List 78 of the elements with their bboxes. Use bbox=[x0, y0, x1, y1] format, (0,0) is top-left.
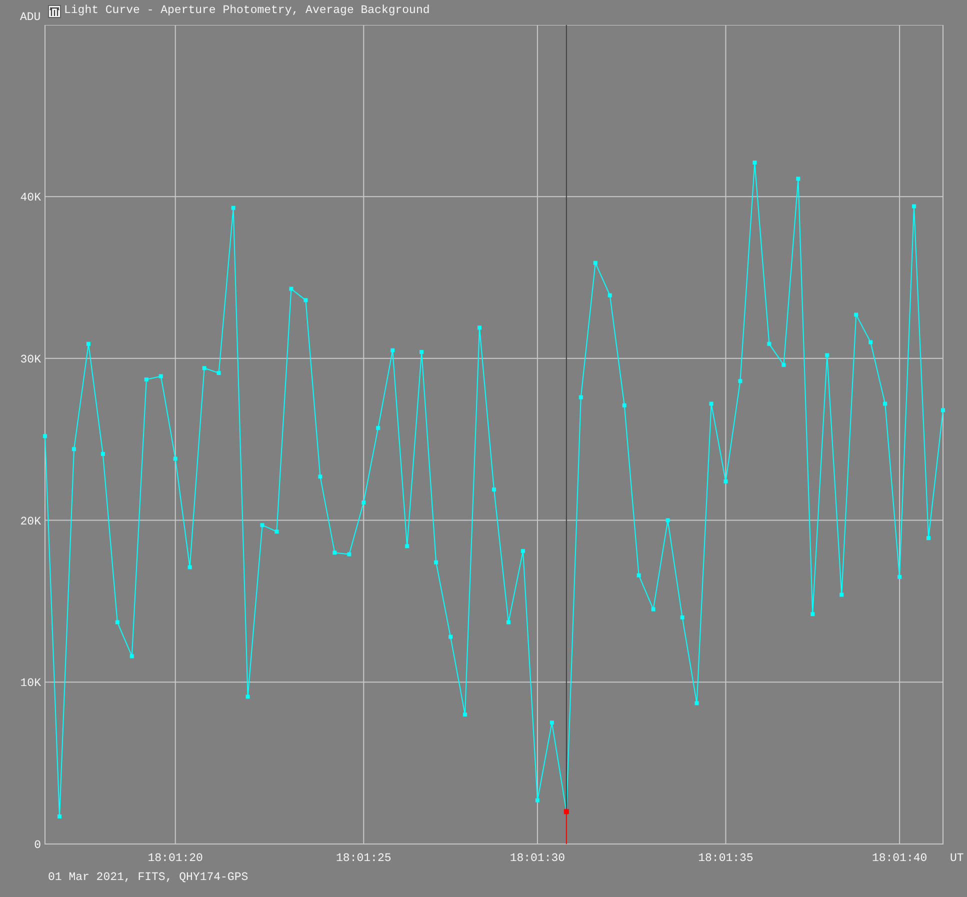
data-point bbox=[100, 452, 105, 456]
data-point bbox=[622, 403, 626, 408]
data-point bbox=[144, 377, 148, 382]
data-point bbox=[231, 206, 236, 210]
data-point bbox=[520, 549, 525, 554]
data-point bbox=[535, 798, 540, 802]
data-point bbox=[318, 474, 322, 479]
data-point bbox=[478, 326, 482, 330]
data-point bbox=[825, 353, 830, 358]
tick-label: 18:01:40 bbox=[872, 852, 928, 865]
data-point bbox=[912, 204, 916, 208]
axis-label: ADU bbox=[20, 11, 42, 24]
data-point bbox=[188, 565, 192, 570]
data-point bbox=[651, 607, 656, 612]
data-point bbox=[492, 488, 496, 492]
data-point bbox=[782, 362, 786, 367]
data-point bbox=[362, 500, 366, 504]
data-point bbox=[506, 620, 510, 624]
data-point bbox=[578, 395, 583, 400]
tick-label: 30K bbox=[20, 353, 41, 366]
data-point bbox=[390, 348, 395, 352]
data-point bbox=[72, 447, 76, 452]
data-point bbox=[738, 379, 742, 384]
window-title: Light Curve - Aperture Photometry, Average Background bbox=[64, 4, 430, 18]
data-point bbox=[941, 408, 945, 412]
data-point bbox=[332, 550, 337, 555]
data-point bbox=[274, 530, 279, 534]
data-point bbox=[434, 560, 438, 564]
image-info: 01 Mar 2021, FITS, QHY174-GPS bbox=[48, 871, 248, 884]
data-point bbox=[216, 371, 221, 375]
data-point bbox=[636, 573, 641, 578]
data-point bbox=[898, 574, 902, 579]
data-point bbox=[448, 634, 453, 639]
tick-label: 18:01:35 bbox=[698, 852, 754, 865]
data-point bbox=[796, 176, 800, 181]
window-icon bbox=[48, 5, 61, 18]
data-point bbox=[405, 544, 410, 548]
data-point bbox=[130, 654, 134, 658]
data-point bbox=[115, 620, 120, 624]
tick-label: 20K bbox=[20, 515, 41, 528]
axis-label: UT bbox=[950, 852, 964, 865]
data-point bbox=[840, 592, 844, 597]
data-point bbox=[347, 552, 352, 556]
data-point bbox=[304, 298, 308, 302]
data-point bbox=[724, 479, 728, 484]
data-point bbox=[680, 615, 684, 620]
data-point bbox=[694, 701, 699, 706]
data-point bbox=[57, 814, 62, 818]
data-point bbox=[709, 402, 714, 406]
data-point bbox=[260, 523, 264, 528]
data-point bbox=[883, 402, 888, 406]
data-point bbox=[666, 518, 670, 522]
data-point bbox=[608, 293, 612, 298]
tick-label: 10K bbox=[20, 677, 41, 690]
data-point bbox=[926, 536, 931, 540]
data-point bbox=[158, 374, 163, 378]
data-point bbox=[752, 160, 757, 165]
tick-label: 18:01:25 bbox=[336, 852, 392, 865]
data-point bbox=[43, 434, 47, 438]
data-point bbox=[86, 342, 90, 346]
tick-label: 18:01:30 bbox=[510, 852, 566, 865]
data-point bbox=[854, 312, 858, 317]
data-point bbox=[246, 694, 250, 699]
tick-label: 0 bbox=[34, 839, 41, 852]
data-point bbox=[593, 260, 598, 265]
data-point bbox=[463, 712, 468, 717]
data-point bbox=[420, 350, 424, 354]
tick-label: 18:01:20 bbox=[148, 852, 203, 865]
data-point bbox=[173, 456, 178, 461]
data-point bbox=[810, 612, 815, 616]
selected-point bbox=[564, 809, 569, 814]
data-point bbox=[767, 342, 772, 346]
data-point bbox=[202, 366, 206, 370]
tick-label: 40K bbox=[20, 192, 41, 205]
data-point bbox=[868, 340, 873, 344]
data-point bbox=[550, 720, 554, 725]
data-point bbox=[376, 426, 380, 430]
data-point bbox=[289, 286, 294, 291]
